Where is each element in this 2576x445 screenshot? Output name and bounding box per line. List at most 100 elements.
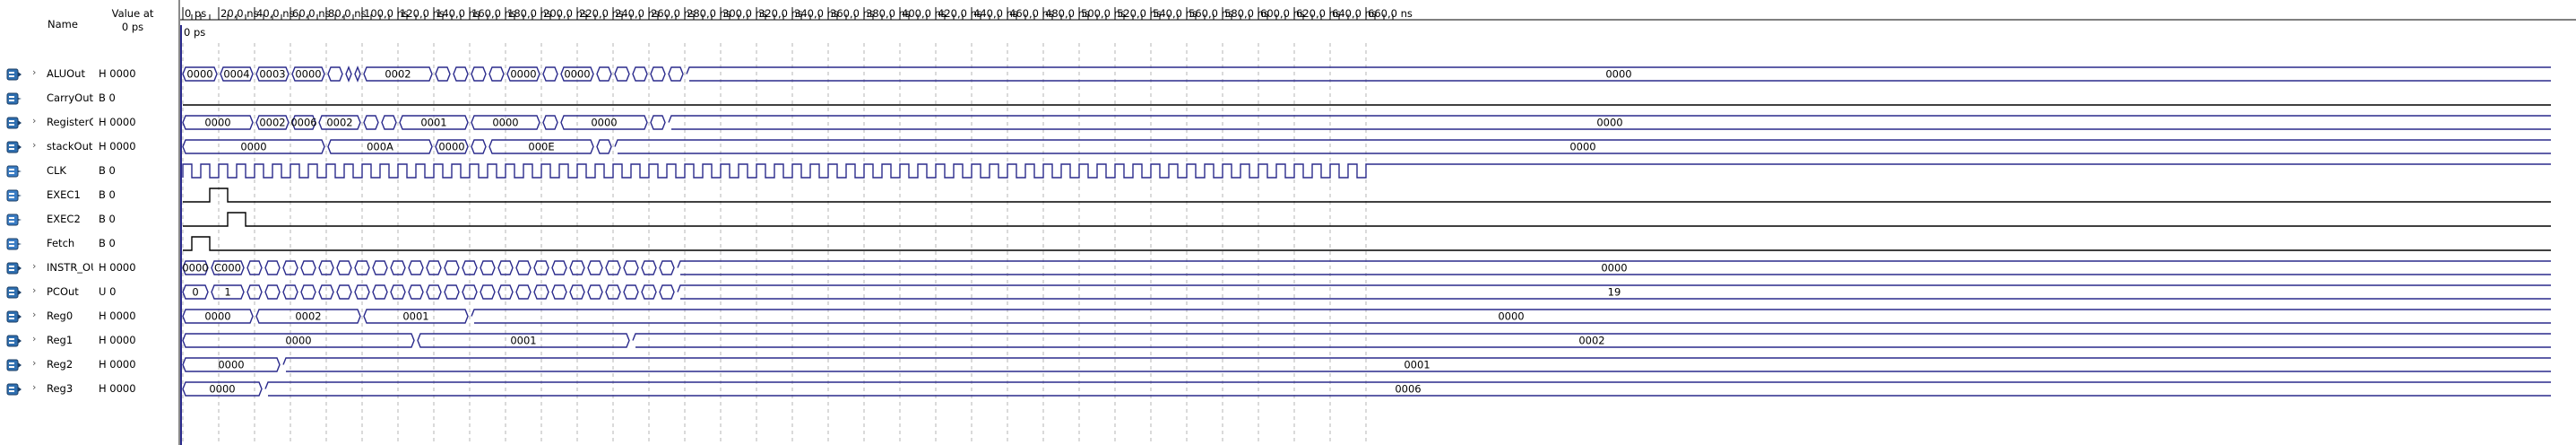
- bus-segment: [300, 260, 316, 275]
- signal-row-instr_out[interactable]: › INSTR_OUT H 0000: [0, 256, 178, 280]
- signal-name: Reg2: [47, 358, 73, 371]
- expand-chevron-icon[interactable]: ›: [32, 309, 36, 320]
- waveform-clk[interactable]: [182, 163, 2551, 179]
- waveform-stackout[interactable]: 0000 000A 0000 000E 0000: [182, 139, 2551, 154]
- bit-wave: [183, 188, 2551, 203]
- waveform-instr_out[interactable]: 0000 C000 0000: [182, 260, 2551, 275]
- bus-segment: [587, 260, 603, 275]
- time-tick-label: 40,0 ns: [256, 7, 295, 20]
- waveform-exec2[interactable]: [183, 212, 2551, 227]
- signal-row-stackout[interactable]: › stackOut H 0000: [0, 135, 178, 159]
- bus-output-icon: [6, 335, 22, 350]
- expand-chevron-icon[interactable]: ›: [32, 115, 36, 127]
- name-column-header[interactable]: Name: [47, 18, 79, 31]
- bus-value-label: 0004: [223, 68, 249, 81]
- signal-value: H 0000: [99, 358, 136, 371]
- bus-value-label: 0000: [1596, 117, 1622, 129]
- signal-row-reg1[interactable]: › Reg1 H 0000: [0, 328, 178, 353]
- signal-value: H 0000: [99, 67, 136, 80]
- waveform-reg2[interactable]: 0000 0001: [182, 357, 2551, 372]
- bus-segment: [480, 260, 496, 275]
- bus-value-label: 0006: [1395, 383, 1421, 396]
- bus-segment: [408, 284, 424, 300]
- signal-row-fetch[interactable]: Fetch B 0: [0, 231, 178, 256]
- bus-value-label: 0001: [1404, 359, 1430, 371]
- bus-segment: [623, 284, 639, 300]
- bus-segment: [345, 65, 352, 83]
- bus-value-label: 0000: [204, 310, 230, 323]
- signal-name: RegisterOut: [47, 116, 93, 128]
- bus-value-label: 000A: [367, 141, 393, 153]
- bus-value-label: 0002: [385, 68, 411, 81]
- bus-segment: [453, 66, 469, 82]
- bus-segment: [659, 284, 675, 300]
- bus-segment: [596, 139, 612, 154]
- bus-value-label: 0002: [1578, 335, 1604, 347]
- bus-value-label: 0001: [402, 310, 428, 323]
- signal-row-reg2[interactable]: › Reg2 H 0000: [0, 353, 178, 377]
- signal-name: ALUOut: [47, 67, 85, 80]
- signal-row-clk[interactable]: CLK B 0: [0, 159, 178, 183]
- signal-row-exec1[interactable]: EXEC1 B 0: [0, 183, 178, 207]
- time-tick-label: 20,0 ns: [220, 7, 259, 20]
- signal-name: Reg3: [47, 382, 73, 395]
- bus-segment: [435, 66, 451, 82]
- bit-input-icon: [6, 165, 22, 180]
- time-tick-label: 660,0 ns: [1368, 7, 1413, 20]
- bus-segment: [650, 115, 666, 130]
- waveform-registerout[interactable]: 0000 0002 0006 0002 0001 0000 0000 0000: [182, 115, 2551, 130]
- waveform-reg0[interactable]: 0000 0002 0001 0000: [182, 309, 2551, 324]
- bus-segment: [551, 260, 567, 275]
- signal-row-reg0[interactable]: › Reg0 H 0000: [0, 304, 178, 328]
- bus-value-label: 0000: [1601, 262, 1627, 275]
- waveform-pcout[interactable]: 0 1 19: [182, 284, 2551, 300]
- expand-chevron-icon[interactable]: ›: [32, 333, 36, 345]
- expand-chevron-icon[interactable]: ›: [32, 66, 36, 78]
- expand-chevron-icon[interactable]: ›: [32, 260, 36, 272]
- waveform-area[interactable]: 0 ps 20,0 ns40,0 ns60,0 ns80,0 ns100,0 ns…: [180, 0, 2576, 445]
- bus-segment: [381, 115, 397, 130]
- waveform-fetch[interactable]: [183, 236, 2551, 251]
- signal-row-registerout[interactable]: › RegisterOut H 0000: [0, 110, 178, 135]
- clock-wave: [182, 163, 2551, 179]
- signal-value: H 0000: [99, 140, 136, 153]
- signal-row-exec2[interactable]: EXEC2 B 0: [0, 207, 178, 231]
- bus-segment: [480, 284, 496, 300]
- bus-segment: [372, 260, 388, 275]
- bus-value-label: 0000: [295, 68, 321, 81]
- waveform-reg3[interactable]: 0000 0006: [182, 381, 2551, 397]
- bus-segment: [515, 260, 532, 275]
- bus-value-label: 0000: [1498, 310, 1524, 323]
- signal-row-reg3[interactable]: › Reg3 H 0000: [0, 377, 178, 401]
- bus-segment: [587, 284, 603, 300]
- expand-chevron-icon[interactable]: ›: [32, 139, 36, 151]
- signal-name: Reg0: [47, 310, 73, 322]
- bus-segment: [444, 284, 460, 300]
- signal-row-aluout[interactable]: › ALUOut H 0000: [0, 62, 178, 86]
- waveform-aluout[interactable]: 0000 0004 0003 0000 0002 0000 0000 0000: [182, 65, 2551, 83]
- waveform-reg1[interactable]: 0000 0001 0002: [182, 333, 2551, 348]
- bit-input-icon: [6, 214, 22, 229]
- signal-row-carryout[interactable]: CarryOut B 0: [0, 86, 178, 110]
- signal-value: B 0: [99, 92, 116, 104]
- time-tick-label: 60,0 ns: [292, 7, 331, 20]
- bus-segment: [471, 139, 487, 154]
- bus-segment: [596, 66, 612, 82]
- expand-chevron-icon[interactable]: ›: [32, 357, 36, 369]
- bus-value-label: 19: [1608, 286, 1621, 299]
- value-column-header[interactable]: Value at 0 ps: [100, 7, 165, 34]
- bus-output-icon: [6, 68, 22, 83]
- expand-chevron-icon[interactable]: ›: [32, 381, 36, 393]
- signal-value: B 0: [99, 164, 116, 177]
- bus-value-label: 0000: [564, 68, 590, 81]
- bit-input-icon: [6, 238, 22, 253]
- bus-output-icon: [6, 141, 22, 156]
- bus-segment: [614, 66, 630, 82]
- bus-segment: [542, 66, 558, 82]
- waveform-exec1[interactable]: [183, 188, 2551, 203]
- signal-row-pcout[interactable]: › PCOut U 0: [0, 280, 178, 304]
- bus-value-label: 0001: [510, 335, 536, 347]
- bus-value-label: 0000: [209, 383, 235, 396]
- bus-value-label: 0000: [186, 68, 212, 81]
- expand-chevron-icon[interactable]: ›: [32, 284, 36, 296]
